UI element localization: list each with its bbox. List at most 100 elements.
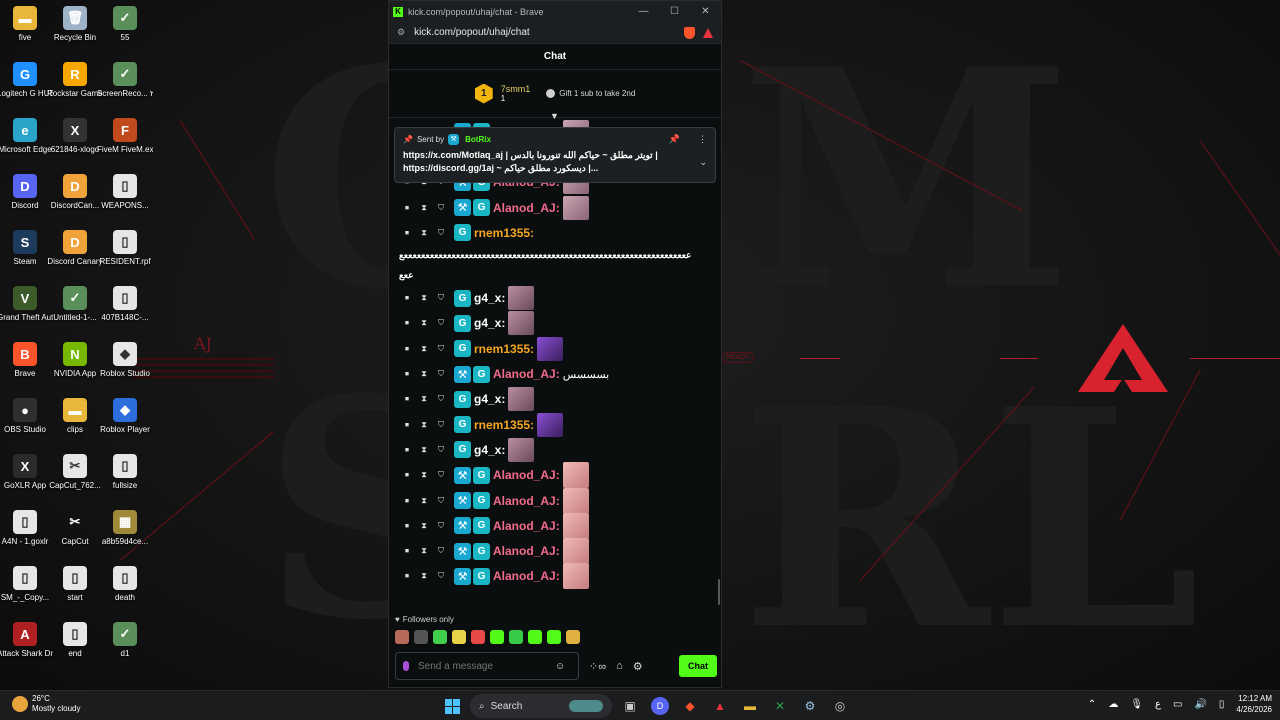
ban-icon[interactable]: ⛉ — [437, 203, 445, 212]
desktop-icon[interactable]: ▯ death — [97, 566, 153, 603]
desktop-icon[interactable]: ✓ d1 — [97, 622, 153, 659]
ban-icon[interactable]: ⛉ — [437, 394, 445, 404]
chat-scrollbar[interactable] — [718, 579, 720, 605]
desktop-icon[interactable]: ▯ RESIDENT.rpf — [97, 230, 153, 267]
chat-emote[interactable] — [562, 195, 589, 220]
ban-icon[interactable]: ⛉ — [437, 546, 445, 556]
chat-message[interactable]: ⏹ ⧗ ⛉ Gg4_x: — [389, 285, 721, 311]
desktop-icon[interactable]: ✓ ScreenReco... ٣٤-١٦-٣٥-٢١ — [97, 62, 153, 99]
ban-icon[interactable]: ⛉ — [437, 496, 445, 505]
delete-message-icon[interactable]: ⏹ — [403, 293, 411, 303]
ban-icon[interactable]: ⛉ — [437, 318, 445, 328]
url-text[interactable]: kick.com/popout/uhaj/chat — [414, 27, 530, 38]
desktop-icon[interactable]: X GoXLR App — [0, 454, 53, 491]
chat-username[interactable]: g4_x — [474, 316, 501, 330]
chat-message[interactable]: ⏹ ⧗ ⛉ Gg4_x: — [389, 437, 721, 462]
emote-button[interactable] — [452, 630, 466, 644]
desktop-icon[interactable]: ✂ CapCut_762... — [47, 454, 103, 491]
chat-username[interactable]: rnem1355 — [474, 418, 530, 432]
desktop-icon[interactable]: A Attack Shark Driver v4 — [0, 622, 53, 659]
timeout-icon[interactable]: ⧗ — [420, 496, 428, 505]
emote-button[interactable] — [471, 630, 485, 644]
message-input-box[interactable]: ☺ — [395, 652, 579, 680]
unpin-icon[interactable]: 📌 — [669, 134, 680, 145]
chat-emote[interactable] — [562, 487, 589, 514]
chat-emote[interactable] — [537, 412, 564, 437]
delete-message-icon[interactable]: ⏹ — [403, 228, 411, 237]
weather-widget[interactable]: 26°C Mostly cloudy — [12, 694, 80, 714]
desktop-icon[interactable]: ✓ 55 — [97, 6, 153, 43]
input-language[interactable]: ع — [1155, 699, 1161, 710]
ban-icon[interactable]: ⛉ — [437, 293, 445, 303]
timeout-icon[interactable]: ⧗ — [420, 344, 428, 353]
timeout-icon[interactable]: ⧗ — [420, 521, 428, 530]
brave-rewards-icon[interactable] — [703, 27, 713, 38]
delete-message-icon[interactable]: ⏹ — [403, 203, 411, 212]
ban-icon[interactable]: ⛉ — [437, 228, 445, 237]
top-gifter-name[interactable]: 7smm1 — [501, 84, 531, 94]
store-icon[interactable]: ⌂ — [616, 660, 623, 672]
ban-icon[interactable]: ⛉ — [437, 445, 445, 454]
taskbar-search[interactable]: ⌕ Search — [470, 694, 612, 718]
desktop-icon[interactable]: ▯ 407B148C-... — [97, 286, 153, 323]
clock[interactable]: 12:12 AM 4/26/2026 — [1236, 693, 1272, 715]
more-options-icon[interactable]: ⋮ — [698, 134, 707, 145]
brave-taskbar-icon[interactable]: ◆ — [678, 694, 702, 718]
desktop-icon[interactable]: ▬ clips — [47, 398, 103, 435]
desktop-icon[interactable]: ▯ A4N - 1.goxlr — [0, 510, 53, 547]
desktop-icon[interactable]: R Rockstar Games ... — [47, 62, 103, 99]
delete-message-icon[interactable]: ⏹ — [403, 394, 411, 404]
desktop-icon[interactable]: G Logitech G HUB — [0, 62, 53, 99]
file-explorer-icon[interactable]: ▬ — [738, 694, 762, 718]
delete-message-icon[interactable]: ⏹ — [403, 420, 411, 429]
network-icon[interactable]: ▭ — [1173, 699, 1182, 710]
maximize-button[interactable]: ☐ — [659, 6, 690, 17]
ban-icon[interactable]: ⛉ — [437, 369, 445, 379]
ban-icon[interactable]: ⛉ — [437, 420, 445, 429]
chat-username[interactable]: Alanod_AJ — [493, 201, 556, 215]
ban-icon[interactable]: ⛉ — [437, 521, 445, 530]
ban-icon[interactable]: ⛉ — [437, 470, 445, 480]
timeout-icon[interactable]: ⧗ — [420, 369, 428, 379]
kick-points-icon[interactable]: ⁘∞ — [589, 660, 606, 673]
minimize-button[interactable]: — — [628, 6, 659, 17]
desktop-icon[interactable]: ▯ WEAPONS... — [97, 174, 153, 211]
desktop-icon[interactable]: N NVIDIA App — [47, 342, 103, 379]
timeout-icon[interactable]: ⧗ — [420, 293, 428, 303]
emoji-picker-icon[interactable]: ☺ — [555, 661, 565, 672]
chat-message[interactable]: ⏹ ⧗ ⛉ ⚒ G Alanod_AJ: بسسسس — [389, 361, 721, 386]
emote-button[interactable] — [433, 630, 447, 644]
chat-username[interactable]: Alanod_AJ — [493, 569, 556, 583]
delete-message-icon[interactable]: ⏹ — [403, 445, 411, 454]
chat-username[interactable]: g4_x — [474, 392, 501, 406]
emote-button[interactable] — [528, 630, 542, 644]
desktop-icon[interactable]: ▦ a8b59d4ce... — [97, 510, 153, 547]
ban-icon[interactable]: ⛉ — [437, 571, 445, 581]
delete-message-icon[interactable]: ⏹ — [403, 571, 411, 581]
chat-username[interactable]: Alanod_AJ — [493, 519, 556, 533]
browser-titlebar[interactable]: K kick.com/popout/uhaj/chat - Brave — ☐ … — [389, 1, 721, 22]
chat-message[interactable]: ⏹ ⧗ ⛉ ⚒GAlanod_AJ: — [389, 512, 721, 539]
delete-message-icon[interactable]: ⏹ — [403, 344, 411, 353]
delete-message-icon[interactable]: ⏹ — [403, 521, 411, 530]
desktop-icon[interactable]: ▯ SM_-_Copy... — [0, 566, 53, 603]
desktop-icon[interactable]: S Steam — [0, 230, 53, 267]
chat-message[interactable]: ⏹ ⧗ ⛉ Gg4_x: — [389, 311, 721, 336]
pinned-line-1[interactable]: https://x.com/Motlaq_aj | تويتر مطلق ~ ح… — [403, 149, 707, 162]
chat-username[interactable]: Alanod_AJ — [493, 367, 556, 381]
task-view-icon[interactable]: ▣ — [618, 694, 642, 718]
desktop-icon[interactable]: D Discord — [0, 174, 53, 211]
volume-icon[interactable]: 🔊 — [1194, 699, 1206, 710]
chat-emote[interactable] — [508, 387, 535, 412]
desktop-icon[interactable]: D DiscordCan... — [47, 174, 103, 211]
chat-username[interactable]: g4_x — [474, 443, 501, 457]
timeout-icon[interactable]: ⧗ — [420, 571, 428, 581]
battery-icon[interactable]: ▯ — [1219, 699, 1225, 710]
desktop-icon[interactable]: e Microsoft Edge — [0, 118, 53, 155]
tray-overflow-icon[interactable]: ⌃ — [1088, 699, 1096, 710]
emote-button[interactable] — [490, 630, 504, 644]
chat-emote[interactable] — [562, 462, 589, 489]
onedrive-icon[interactable]: ☁ — [1108, 699, 1118, 710]
logitech-taskbar-icon[interactable]: ◎ — [828, 694, 852, 718]
timeout-icon[interactable]: ⧗ — [420, 546, 428, 556]
